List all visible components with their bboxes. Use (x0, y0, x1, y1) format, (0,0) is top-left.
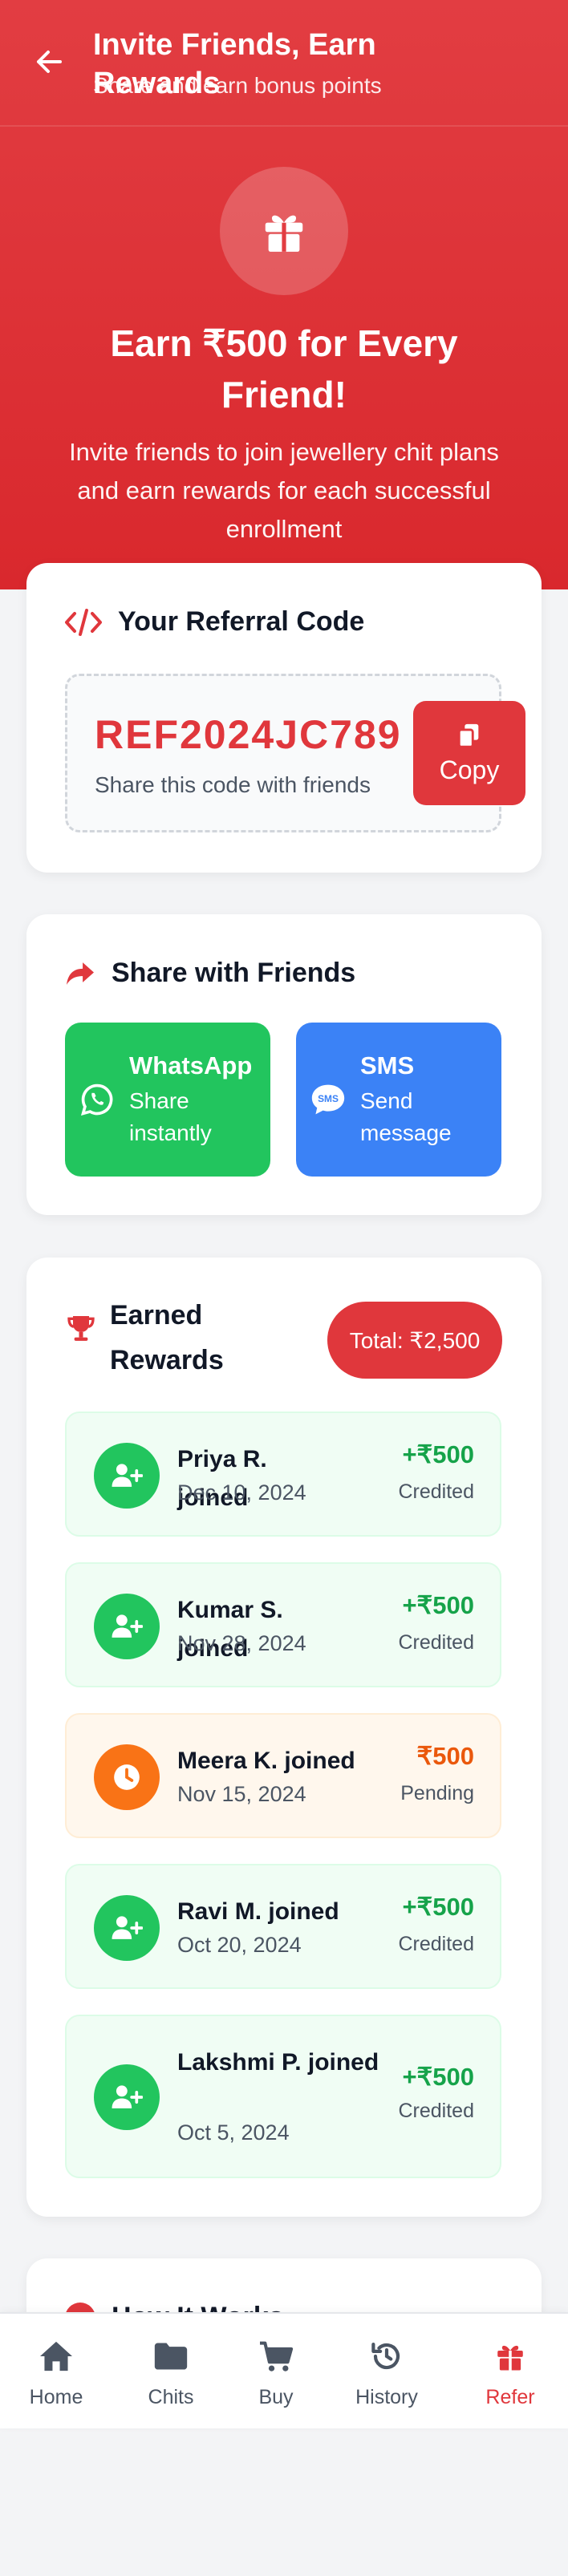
nav-label-history: History (355, 2386, 418, 2408)
nav-item-home[interactable]: Home (16, 2314, 96, 2430)
back-button[interactable] (29, 42, 69, 82)
referral-code-card: Your Referral Code REF2024JC789 Share th… (26, 563, 542, 873)
code-icon (65, 608, 102, 636)
earned-rewards-card: Earned Rewards Total: ₹2,500 Priya R. jo… (26, 1258, 542, 2217)
sms-share-button[interactable]: SMS SMS Send message (296, 1023, 501, 1177)
user-plus-icon (94, 1443, 160, 1509)
sms-icon: SMS (307, 1079, 349, 1120)
reward-date: Nov 28, 2024 (177, 1631, 306, 1655)
hero-banner: Invite Friends, Earn Rewards Share and e… (0, 0, 568, 589)
reward-status: Credited (398, 2100, 475, 2122)
rewards-card-title: Earned Rewards (110, 1300, 224, 1375)
reward-name: Ravi M. joined (177, 1898, 339, 1925)
hero-title: Earn ₹500 for Every Friend! (110, 322, 458, 415)
share-card-header: Share with Friends (65, 958, 355, 989)
nav-item-buy[interactable]: Buy (236, 2314, 316, 2430)
reward-date: Oct 5, 2024 (177, 2120, 290, 2145)
page-subtitle: Share and earn bonus points (93, 73, 382, 98)
folder-icon (154, 2343, 188, 2370)
reward-amount: ₹500 (416, 1742, 474, 1770)
nav-label-home: Home (29, 2386, 83, 2408)
referral-card-title: Your Referral Code (118, 606, 365, 637)
reward-amount: +₹500 (402, 1591, 474, 1619)
reward-item-ravi: Ravi M. joined Oct 20, 2024 +₹500 Credit… (65, 1864, 501, 1989)
reward-name: Priya R. joined (177, 1446, 267, 1511)
gift-badge (220, 167, 348, 295)
reward-date: Nov 15, 2024 (177, 1782, 306, 1806)
user-plus-icon (94, 1895, 160, 1961)
referral-code-hint: Share this code with friends (95, 772, 371, 797)
bottom-navigation: Home Chits Buy History Refer (0, 2312, 568, 2428)
nav-label-buy: Buy (258, 2386, 294, 2408)
reward-amount: +₹500 (402, 1893, 474, 1921)
arrow-left-icon (37, 51, 62, 73)
reward-item-priya: Priya R. joined Dec 10, 2024 +₹500 Credi… (65, 1412, 501, 1537)
history-icon (371, 2343, 400, 2370)
referral-card-header: Your Referral Code (65, 606, 364, 638)
top-bar: Invite Friends, Earn Rewards Share and e… (0, 0, 568, 127)
reward-status: Credited (398, 1631, 475, 1654)
copy-label: Copy (439, 755, 500, 784)
reward-item-kumar: Kumar S. joined Nov 28, 2024 +₹500 Credi… (65, 1562, 501, 1687)
reward-name: Kumar S. joined (177, 1597, 283, 1662)
hero-subtitle: Invite friends to join jewellery chit pl… (69, 438, 499, 543)
home-icon (40, 2341, 72, 2371)
nav-label-refer: Refer (485, 2386, 535, 2408)
share-card-title: Share with Friends (112, 958, 356, 988)
gift-icon (497, 2345, 523, 2371)
reward-item-meera: Meera K. joined Nov 15, 2024 ₹500 Pendin… (65, 1713, 501, 1838)
user-plus-icon (94, 1594, 160, 1659)
reward-name: Meera K. joined (177, 1748, 355, 1774)
reward-date: Oct 20, 2024 (177, 1933, 302, 1957)
reward-item-lakshmi: Lakshmi P. joined Oct 5, 2024 +₹500 Cred… (65, 2015, 501, 2178)
share-card: Share with Friends WhatsApp Share instan… (26, 914, 542, 1215)
reward-date: Dec 10, 2024 (177, 1480, 306, 1505)
cart-icon (260, 2341, 294, 2371)
nav-item-refer[interactable]: Refer (470, 2314, 550, 2430)
reward-name: Lakshmi P. joined (177, 2049, 379, 2076)
whatsapp-sublabel: Share instantly (129, 1088, 212, 1145)
referral-code: REF2024JC789 (95, 712, 402, 757)
copy-button[interactable]: Copy (413, 701, 525, 805)
nav-label-chits: Chits (148, 2386, 194, 2408)
reward-status: Pending (400, 1782, 474, 1804)
rewards-total-badge: Total: ₹2,500 (327, 1302, 502, 1379)
whatsapp-icon (76, 1079, 118, 1120)
clock-icon (94, 1744, 160, 1810)
nav-item-history[interactable]: History (347, 2314, 427, 2430)
user-plus-icon (94, 2064, 160, 2130)
reward-status: Credited (398, 1933, 475, 1955)
reward-amount: +₹500 (402, 2063, 474, 2091)
whatsapp-label: WhatsApp (129, 1051, 253, 1079)
share-icon (67, 962, 94, 985)
trophy-icon (65, 1312, 97, 1348)
svg-text:SMS: SMS (318, 1093, 339, 1104)
sms-label: SMS (360, 1051, 415, 1079)
nav-item-chits[interactable]: Chits (131, 2314, 211, 2430)
copy-icon (457, 723, 479, 748)
reward-amount: +₹500 (402, 1440, 474, 1468)
sms-sublabel: Send message (360, 1088, 452, 1145)
whatsapp-share-button[interactable]: WhatsApp Share instantly (65, 1023, 270, 1177)
reward-status: Credited (398, 1480, 475, 1503)
gift-icon (265, 215, 303, 252)
